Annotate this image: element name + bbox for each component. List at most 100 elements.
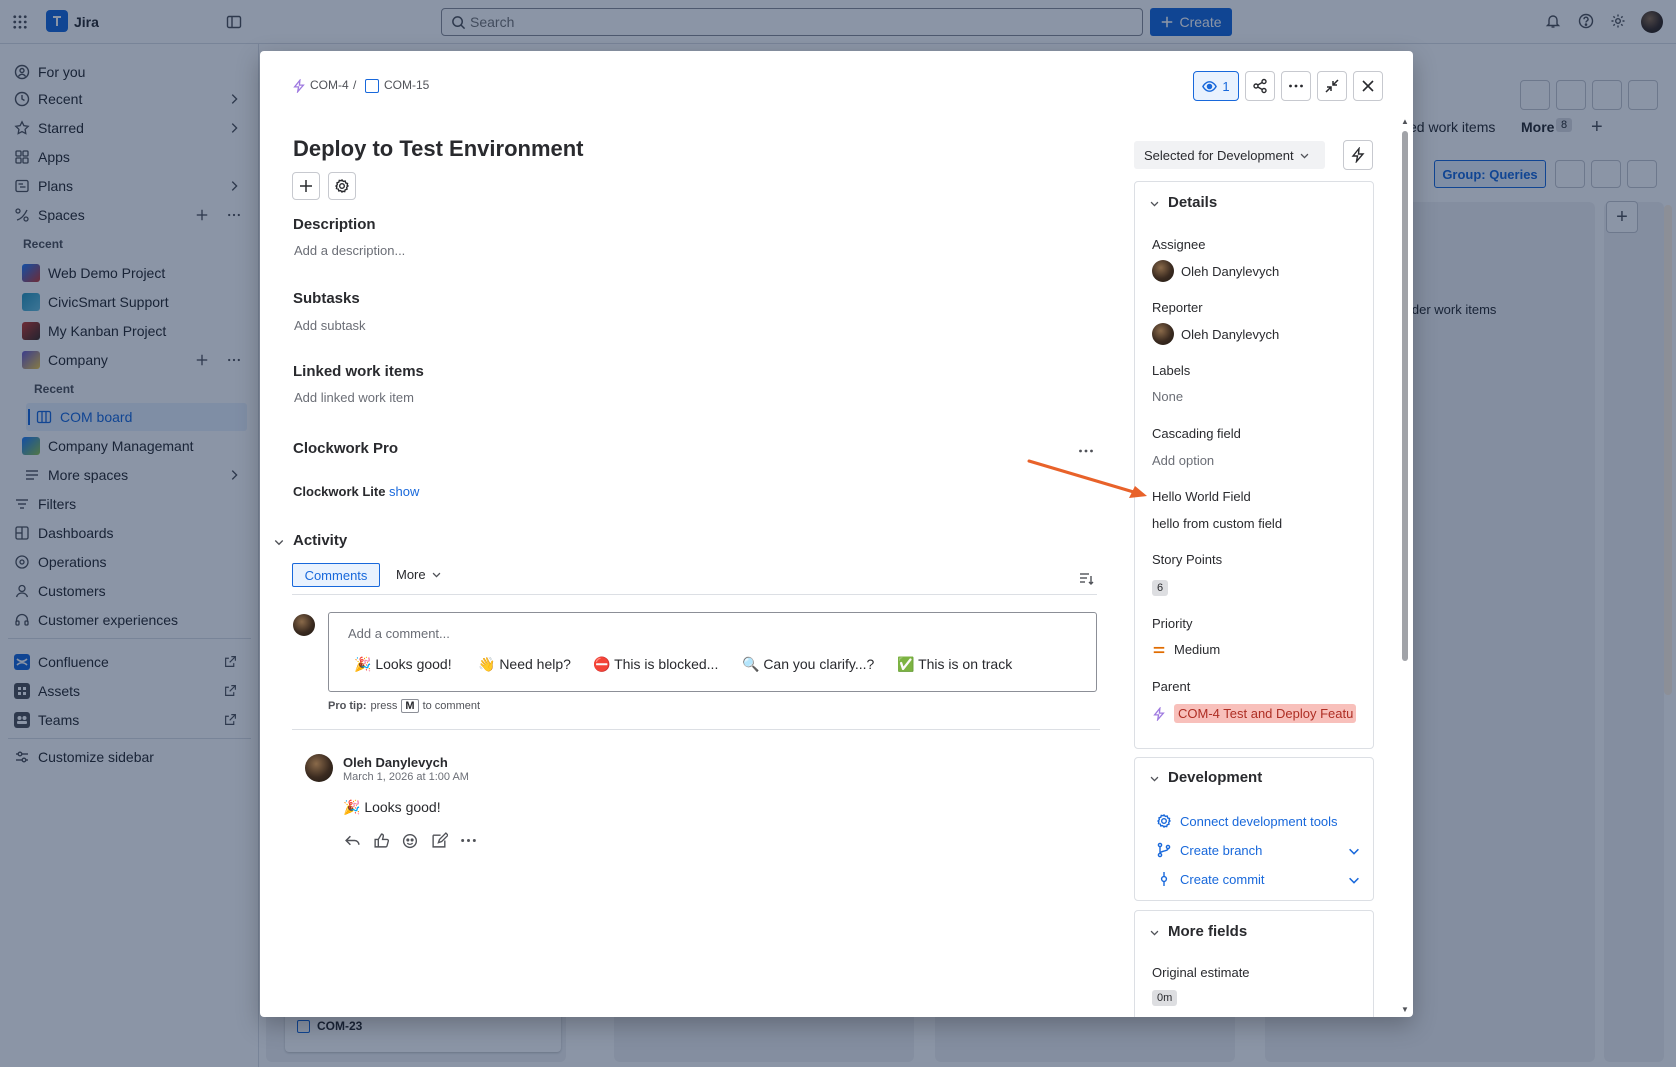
- chevron-down-icon[interactable]: [273, 536, 285, 548]
- original-estimate-field[interactable]: 0m: [1152, 990, 1178, 1006]
- add-reaction-icon[interactable]: [402, 832, 419, 849]
- quick-reply-need-help[interactable]: 👋 Need help?: [478, 656, 571, 673]
- annotation-arrow: [1027, 459, 1147, 498]
- hello-world-field[interactable]: hello from custom field: [1152, 516, 1282, 531]
- minimize-icon: [1324, 78, 1340, 94]
- branch-icon: [1156, 842, 1172, 858]
- comment-timestamp[interactable]: March 1, 2026 at 1:00 AM: [343, 771, 469, 783]
- reporter-field[interactable]: Oleh Danylevych: [1152, 323, 1279, 345]
- quick-reply-on-track[interactable]: ✅ This is on track: [897, 656, 1012, 673]
- close-button[interactable]: [1353, 71, 1383, 101]
- watch-count: 1: [1222, 78, 1230, 94]
- assignee-field[interactable]: Oleh Danylevych: [1152, 260, 1279, 282]
- reporter-avatar: [1152, 323, 1174, 345]
- apps-button[interactable]: [328, 172, 356, 200]
- eye-icon: [1202, 79, 1218, 94]
- story-points-label: Story Points: [1152, 552, 1223, 567]
- current-user-avatar: [293, 614, 315, 636]
- quick-reply-blocked[interactable]: ⛔ This is blocked...: [593, 656, 718, 673]
- labels-field[interactable]: None: [1152, 389, 1183, 404]
- tab-more-label: More: [396, 567, 426, 582]
- lightning-icon: [1350, 147, 1366, 163]
- cascading-field[interactable]: Add option: [1152, 453, 1214, 468]
- status-dropdown[interactable]: Selected for Development: [1134, 141, 1325, 169]
- more-dots-icon[interactable]: [460, 832, 477, 849]
- reporter-name: Oleh Danylevych: [1181, 326, 1280, 342]
- breadcrumb-parent[interactable]: COM-4: [310, 78, 349, 92]
- tab-more[interactable]: More: [396, 567, 442, 582]
- create-commit-label: Create commit: [1180, 871, 1265, 887]
- issue-title[interactable]: Deploy to Test Environment: [293, 136, 584, 162]
- tab-comments[interactable]: Comments: [292, 563, 380, 587]
- share-button[interactable]: [1245, 71, 1275, 101]
- chevron-down-icon[interactable]: [1149, 773, 1160, 784]
- chevron-down-icon[interactable]: [1347, 844, 1361, 858]
- priority-label: Priority: [1152, 616, 1193, 631]
- pro-tip: Pro tip: press M to comment: [328, 699, 480, 713]
- scroll-down-arrow[interactable]: ▼: [1401, 1005, 1409, 1014]
- tab-comments-label: Comments: [304, 567, 368, 583]
- close-icon: [1360, 78, 1376, 94]
- subtasks-heading: Subtasks: [293, 290, 360, 307]
- watch-button[interactable]: 1: [1193, 71, 1239, 101]
- clockwork-lite-label: Clockwork Lite: [293, 484, 386, 499]
- story-points-field[interactable]: 6: [1152, 580, 1169, 596]
- breadcrumb-separator: /: [353, 78, 357, 92]
- comment-input[interactable]: Add a comment...: [348, 626, 450, 641]
- description-heading: Description: [293, 216, 376, 233]
- pro-tip-suffix: to comment: [422, 700, 481, 712]
- automation-button[interactable]: [1343, 140, 1373, 170]
- assignee-name: Oleh Danylevych: [1181, 263, 1280, 279]
- parent-label: Parent: [1152, 679, 1191, 694]
- pro-tip-press: press: [370, 700, 398, 712]
- gear-icon: [1156, 813, 1172, 829]
- assignee-label: Assignee: [1152, 237, 1206, 252]
- connect-dev-tools-link[interactable]: Connect development tools: [1156, 813, 1338, 829]
- comment-author[interactable]: Oleh Danylevych: [343, 755, 448, 770]
- share-icon: [1252, 78, 1268, 94]
- chevron-down-icon[interactable]: [1347, 873, 1361, 887]
- epic-lightning-icon: [1152, 706, 1166, 721]
- page-scrollbar-thumb[interactable]: [1664, 205, 1672, 695]
- clockwork-show-link[interactable]: show: [389, 484, 419, 499]
- linked-work-items-heading: Linked work items: [293, 363, 424, 380]
- activity-heading: Activity: [293, 532, 348, 549]
- add-subtask-link[interactable]: Add subtask: [294, 318, 366, 333]
- description-input[interactable]: Add a description...: [294, 243, 405, 258]
- create-commit-link[interactable]: Create commit: [1156, 871, 1265, 887]
- modal-scrollbar[interactable]: ▲ ▼: [1400, 117, 1410, 1017]
- create-branch-link[interactable]: Create branch: [1156, 842, 1262, 858]
- sort-icon[interactable]: [1078, 570, 1094, 586]
- collapse-button[interactable]: [1317, 71, 1347, 101]
- labels-label: Labels: [1152, 363, 1191, 378]
- parent-value: COM-4 Test and Deploy Featu: [1174, 704, 1356, 723]
- breadcrumb-issue[interactable]: COM-15: [384, 78, 429, 92]
- thumbs-up-icon[interactable]: [373, 832, 390, 849]
- settings-icon: [334, 178, 350, 194]
- create-branch-label: Create branch: [1180, 842, 1263, 858]
- comment-body: 🎉 Looks good!: [343, 799, 441, 815]
- pro-tip-label: Pro tip:: [328, 700, 367, 712]
- priority-field[interactable]: Medium: [1152, 642, 1220, 657]
- chevron-down-icon[interactable]: [1149, 927, 1160, 938]
- clockwork-heading: Clockwork Pro: [293, 440, 399, 457]
- comment-box[interactable]: Add a comment...: [328, 612, 1097, 692]
- add-button[interactable]: [292, 172, 320, 200]
- scroll-up-arrow[interactable]: ▲: [1401, 117, 1409, 126]
- quick-reply-clarify[interactable]: 🔍 Can you clarify...?: [742, 656, 874, 673]
- reply-icon[interactable]: [344, 832, 361, 849]
- status-label: Selected for Development: [1144, 147, 1294, 163]
- more-actions-button[interactable]: [1281, 71, 1311, 101]
- scrollbar-thumb[interactable]: [1402, 131, 1408, 661]
- quick-reply-looks-good[interactable]: 🎉 Looks good!: [354, 656, 452, 673]
- add-linked-work-item-link[interactable]: Add linked work item: [294, 390, 414, 405]
- parent-field[interactable]: COM-4 Test and Deploy Featu: [1152, 704, 1356, 723]
- chevron-down-icon[interactable]: [1149, 198, 1160, 209]
- edit-icon[interactable]: [431, 832, 448, 849]
- reporter-label: Reporter: [1152, 300, 1203, 315]
- chevron-down-icon: [1299, 150, 1310, 161]
- plus-icon: [298, 178, 314, 194]
- activity-divider: [292, 729, 1100, 730]
- more-fields-heading: More fields: [1168, 923, 1248, 940]
- chevron-down-icon: [431, 569, 442, 580]
